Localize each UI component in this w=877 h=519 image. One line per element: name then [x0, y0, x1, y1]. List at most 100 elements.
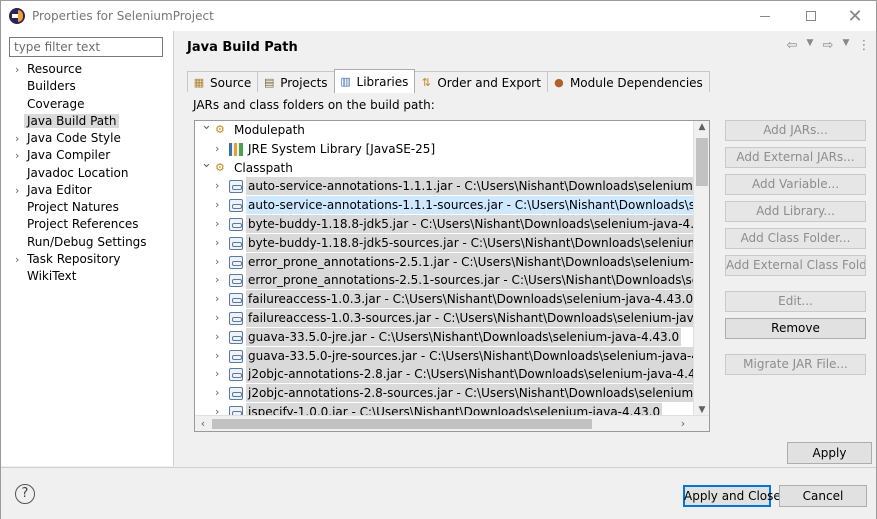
- tree-jar-entry[interactable]: › guava-33.5.0-jre-sources.jar - C:\Users…: [195, 346, 709, 366]
- tree-jar-entry[interactable]: › auto-service-annotations-1.1.1.jar - C:…: [195, 177, 709, 196]
- chevron-right-icon[interactable]: ›: [15, 130, 19, 147]
- tab-label: Source: [210, 75, 252, 90]
- back-menu-chevron-icon[interactable]: ▼: [803, 38, 817, 53]
- scroll-left-icon[interactable]: ‹: [195, 416, 211, 431]
- sidebar-item-project-references[interactable]: Project References: [1, 216, 173, 233]
- chevron-right-icon[interactable]: ›: [215, 384, 219, 402]
- migrate-jar-file-button[interactable]: Migrate JAR File...: [725, 354, 866, 375]
- forward-menu-chevron-icon[interactable]: ▼: [839, 38, 853, 53]
- build-path-icon: ⚙: [215, 123, 225, 136]
- chevron-down-icon[interactable]: ⌄: [201, 121, 212, 135]
- add-external-jars-button[interactable]: Add External JARs...: [725, 147, 866, 168]
- tree-jar-entry[interactable]: › j2objc-annotations-2.8.jar - C:\Users\N…: [195, 365, 709, 384]
- sidebar-item-builders[interactable]: Builders: [1, 78, 173, 95]
- sidebar-item-resource[interactable]: › Resource: [1, 61, 173, 78]
- chevron-right-icon[interactable]: ›: [215, 328, 219, 346]
- chevron-right-icon[interactable]: ›: [15, 61, 19, 78]
- libraries-icon: ▥: [340, 75, 351, 88]
- sidebar-item-java-editor[interactable]: › Java Editor: [1, 182, 173, 199]
- tree-jar-entry[interactable]: › guava-33.5.0-jre.jar - C:\Users\Nishant…: [195, 327, 703, 347]
- remove-button[interactable]: Remove: [725, 318, 866, 339]
- jar-icon: [229, 217, 243, 231]
- chevron-right-icon[interactable]: ›: [215, 140, 219, 158]
- jar-icon: [229, 387, 243, 401]
- tree-entry-label: guava-33.5.0-jre-sources.jar - C:\Users\…: [246, 346, 709, 365]
- horizontal-scrollbar[interactable]: ‹ ›: [195, 415, 709, 431]
- tree-library[interactable]: › JRE System Library [JavaSE-25]: [195, 140, 703, 159]
- chevron-right-icon[interactable]: ›: [15, 182, 19, 199]
- tree-jar-entry[interactable]: › error_prone_annotations-2.5.1-sources.j…: [195, 271, 709, 290]
- scroll-down-icon[interactable]: ▼: [694, 405, 709, 415]
- tab-module-dependencies[interactable]: ● Module Dependencies: [546, 71, 710, 93]
- projects-icon: ▤: [264, 76, 275, 89]
- sidebar-item-run-debug-settings[interactable]: Run/Debug Settings: [1, 234, 173, 251]
- edit-button[interactable]: Edit...: [725, 291, 866, 312]
- chevron-down-icon[interactable]: ⌄: [201, 155, 212, 173]
- tree-jar-entry[interactable]: › byte-buddy-1.18.8-jdk5-sources.jar - C:…: [195, 233, 709, 253]
- tab-source[interactable]: ▦ Source: [187, 71, 259, 93]
- sidebar-item-task-repository[interactable]: › Task Repository: [1, 251, 173, 268]
- build-path-tabs: ▦ Source ▤ Projects ▥ Libraries ⇅ Order and Exp…: [187, 69, 710, 93]
- minimize-button[interactable]: [743, 1, 787, 31]
- sidebar-item-project-natures[interactable]: Project Natures: [1, 199, 173, 216]
- chevron-right-icon[interactable]: ›: [215, 290, 219, 308]
- cancel-button[interactable]: Cancel: [779, 485, 867, 507]
- sidebar-item-java-compiler[interactable]: › Java Compiler: [1, 147, 173, 164]
- minimize-icon: [760, 15, 770, 17]
- forward-arrow-icon[interactable]: ⇨: [821, 38, 835, 53]
- build-path-tree[interactable]: ⌄ ⚙ Modulepath › JRE System Library [JavaSE-…: [194, 120, 710, 432]
- chevron-right-icon[interactable]: ›: [215, 177, 219, 195]
- tree-jar-entry[interactable]: › auto-service-annotations-1.1.1-sources.…: [195, 196, 709, 215]
- add-external-class-folder-button[interactable]: Add External Class Folder...: [725, 255, 866, 276]
- libraries-tab-panel: JARs and class folders on the build path…: [187, 92, 867, 442]
- sidebar-item-java-build-path[interactable]: Java Build Path: [1, 113, 173, 130]
- vertical-scroll-thumb[interactable]: [696, 138, 708, 186]
- back-arrow-icon[interactable]: ⇦: [785, 38, 799, 53]
- tree-entry-label: error_prone_annotations-2.5.1.jar - C:\U…: [246, 252, 709, 271]
- more-options-icon[interactable]: ⋮: [857, 38, 871, 53]
- tree-jar-entry[interactable]: › failureaccess-1.0.3.jar - C:\Users\Nish…: [195, 290, 703, 309]
- sidebar-item-javadoc-location[interactable]: Javadoc Location: [1, 165, 173, 182]
- sidebar-item-label: Javadoc Location: [27, 165, 129, 180]
- chevron-right-icon[interactable]: ›: [215, 309, 219, 327]
- tree-jar-entry[interactable]: › j2objc-annotations-2.8-sources.jar - C:…: [195, 384, 709, 403]
- tab-label: Module Dependencies: [569, 75, 703, 90]
- scroll-up-icon[interactable]: ▲: [694, 122, 709, 132]
- sidebar-item-coverage[interactable]: Coverage: [1, 96, 173, 113]
- tree-group-modulepath[interactable]: ⌄ ⚙ Modulepath: [195, 121, 703, 140]
- chevron-right-icon[interactable]: ›: [215, 271, 219, 289]
- order-export-icon: ⇅: [421, 76, 431, 89]
- apply-and-close-button[interactable]: Apply and Close: [683, 485, 781, 507]
- chevron-right-icon[interactable]: ›: [215, 215, 219, 233]
- add-library-button[interactable]: Add Library...: [725, 201, 866, 222]
- chevron-right-icon[interactable]: ›: [215, 347, 219, 365]
- chevron-right-icon[interactable]: ›: [215, 365, 219, 383]
- tree-jar-entry[interactable]: › byte-buddy-1.18.8-jdk5.jar - C:\Users\N…: [195, 214, 709, 234]
- chevron-right-icon[interactable]: ›: [15, 147, 19, 164]
- vertical-scrollbar[interactable]: ▲ ▼: [693, 121, 709, 416]
- chevron-right-icon[interactable]: ›: [15, 251, 19, 268]
- tree-jar-entry[interactable]: › error_prone_annotations-2.5.1.jar - C:\…: [195, 252, 709, 272]
- tab-projects[interactable]: ▤ Projects: [257, 71, 335, 93]
- filter-input[interactable]: [9, 37, 163, 57]
- scroll-right-icon[interactable]: ›: [675, 416, 691, 431]
- chevron-right-icon[interactable]: ›: [215, 234, 219, 252]
- horizontal-scroll-thumb[interactable]: [212, 419, 592, 429]
- add-jars-button[interactable]: Add JARs...: [725, 120, 866, 141]
- tree-group-classpath[interactable]: ⌄ ⚙ Classpath: [195, 156, 703, 178]
- tree-entry-label: byte-buddy-1.18.8-jdk5.jar - C:\Users\Ni…: [246, 214, 709, 233]
- jar-icon: [229, 349, 243, 363]
- tab-order-and-export[interactable]: ⇅ Order and Export: [414, 71, 548, 93]
- help-icon[interactable]: ?: [15, 484, 35, 504]
- add-variable-button[interactable]: Add Variable...: [725, 174, 866, 195]
- close-button[interactable]: ✕: [833, 1, 877, 31]
- chevron-right-icon[interactable]: ›: [215, 196, 219, 214]
- sidebar-item-wikitext[interactable]: WikiText: [1, 268, 173, 285]
- chevron-right-icon[interactable]: ›: [215, 253, 219, 271]
- sidebar-item-java-code-style[interactable]: › Java Code Style: [1, 130, 173, 147]
- add-class-folder-button[interactable]: Add Class Folder...: [725, 228, 866, 249]
- maximize-button[interactable]: [789, 1, 833, 31]
- apply-button[interactable]: Apply: [787, 442, 872, 464]
- tab-libraries[interactable]: ▥ Libraries: [333, 69, 416, 93]
- tree-jar-entry[interactable]: › failureaccess-1.0.3-sources.jar - C:\Us…: [195, 308, 709, 328]
